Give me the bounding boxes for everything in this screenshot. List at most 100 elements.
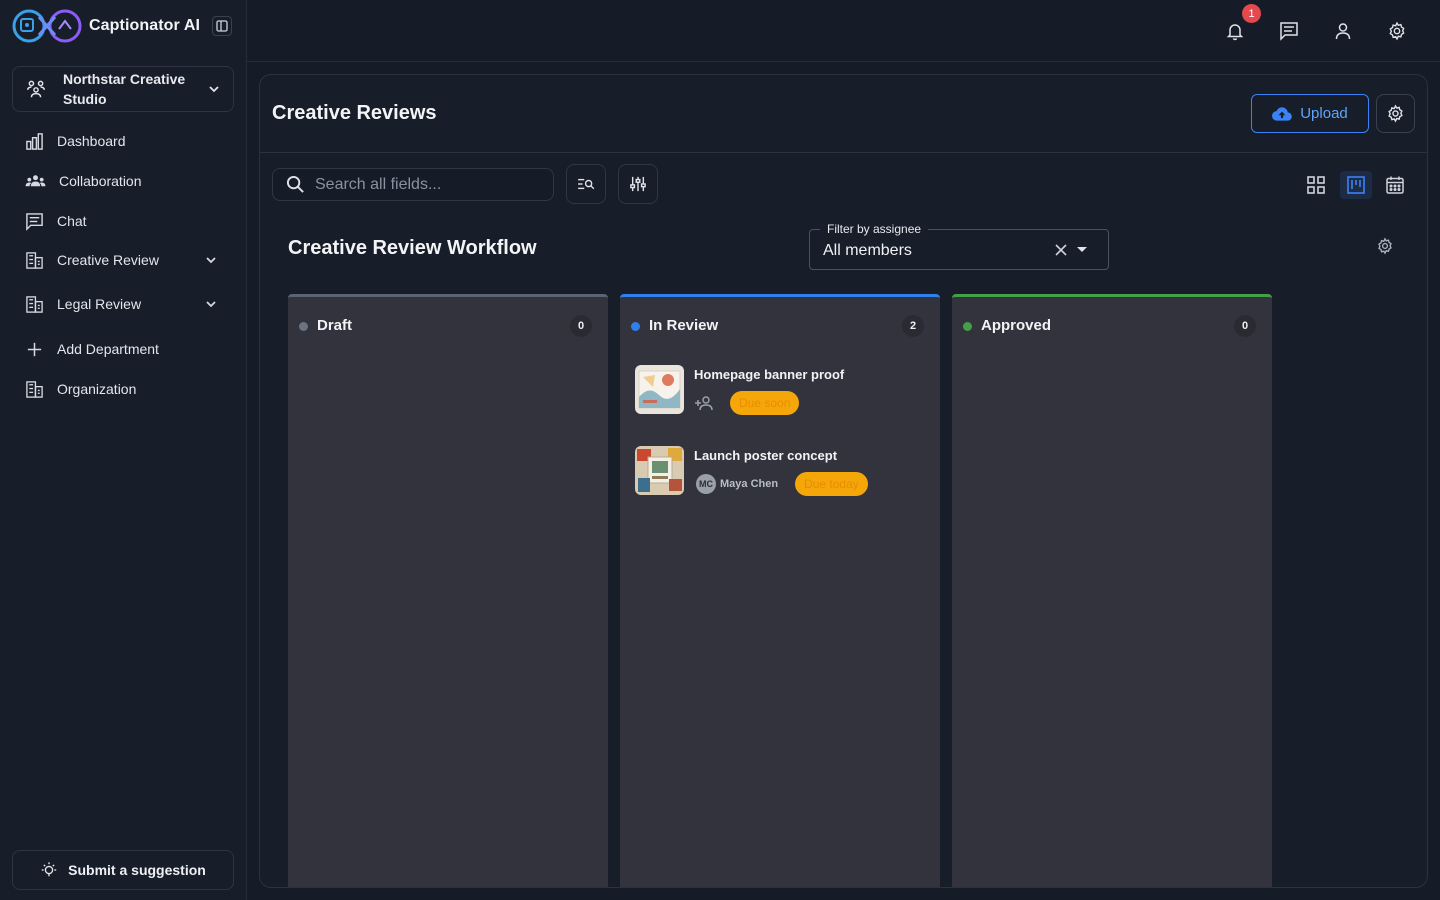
sidebar: Captionator AI Northstar Creative Studio… — [0, 0, 247, 900]
sidebar-item-label: Creative Review — [57, 252, 159, 268]
card-meta: Due soon — [694, 391, 800, 415]
building-icon — [26, 295, 43, 313]
card-title: Launch poster concept — [694, 448, 838, 463]
search-icon — [286, 175, 304, 193]
grid-icon — [1307, 176, 1325, 194]
sidebar-item-label: Collaboration — [59, 173, 142, 189]
sidebar-item-collaboration[interactable]: Collaboration — [12, 162, 234, 200]
add-assignee-icon[interactable] — [694, 395, 716, 411]
column-title: Draft — [317, 317, 353, 334]
page-title: Creative Reviews — [272, 102, 437, 124]
sidebar-item-creative-review[interactable]: Creative Review — [12, 241, 234, 279]
column-title: In Review — [649, 317, 719, 334]
column-header: Approved 0 — [952, 297, 1272, 353]
building-icon — [26, 380, 43, 398]
banner-thumbnail-image — [635, 365, 684, 414]
board-view-button[interactable] — [1340, 171, 1372, 199]
panel-header: Creative Reviews Upload — [260, 75, 1427, 153]
submit-suggestion-button[interactable]: Submit a suggestion — [12, 850, 234, 890]
due-status-badge: Due today — [795, 472, 868, 496]
logo-icon — [12, 9, 82, 43]
review-card[interactable]: Homepage banner proof Due soon — [635, 365, 925, 421]
gear-icon — [1388, 104, 1403, 123]
sidebar-item-label: Chat — [57, 213, 87, 229]
search-input[interactable] — [315, 175, 535, 194]
building-icon — [26, 251, 43, 269]
assignee-filter-label: Filter by assignee — [820, 222, 929, 236]
status-dot — [299, 322, 308, 331]
column-title: Approved — [981, 317, 1052, 334]
assignee-filter-value: All members — [823, 242, 912, 259]
due-status-badge: Due soon — [730, 391, 800, 415]
bar-chart-icon — [26, 132, 43, 150]
group-icon — [25, 174, 46, 186]
status-dot — [963, 322, 972, 331]
bell-icon — [1226, 24, 1244, 41]
assignee-filter[interactable]: Filter by assignee All members — [809, 222, 1109, 270]
creative-reviews-panel: Creative Reviews Upload Search all field… — [259, 74, 1428, 888]
kanban-icon — [1347, 176, 1365, 194]
chat-icon — [1280, 22, 1298, 41]
sidebar-item-label: Legal Review — [57, 296, 142, 312]
board-column-draft: Draft 0 — [288, 294, 608, 887]
board-column-approved: Approved 0 — [952, 294, 1272, 887]
calendar-icon — [1386, 176, 1404, 194]
gear-icon — [1378, 237, 1392, 255]
app-name: Captionator AI — [89, 17, 201, 34]
card-meta: MC Maya Chen Due today — [694, 472, 868, 496]
organization-name: Northstar Creative Studio — [63, 71, 186, 107]
workflow-title: Creative Review Workflow — [288, 237, 537, 259]
top-bar: 1 — [247, 0, 1440, 62]
advanced-search-button[interactable] — [566, 164, 606, 204]
sidebar-item-legal-review[interactable]: Legal Review — [12, 285, 234, 323]
plus-icon — [27, 342, 42, 356]
suggestion-label: Submit a suggestion — [68, 862, 206, 878]
chevron-down-icon — [206, 301, 216, 308]
settings-button[interactable] — [1385, 19, 1409, 43]
page-settings-button[interactable] — [1376, 94, 1415, 133]
column-count-badge: 2 — [902, 315, 924, 337]
dropdown-arrow-icon[interactable] — [1076, 246, 1088, 254]
messages-button[interactable] — [1277, 19, 1301, 43]
column-count-badge: 0 — [570, 315, 592, 337]
search-field[interactable] — [272, 168, 554, 201]
organization-switcher[interactable]: Northstar Creative Studio — [12, 66, 234, 112]
review-card[interactable]: Launch poster concept MC Maya Chen Due t… — [635, 446, 925, 502]
sidebar-toggle-icon — [216, 20, 228, 32]
status-dot — [631, 322, 640, 331]
sidebar-item-label: Add Department — [57, 341, 159, 357]
board-settings-button[interactable] — [1376, 237, 1394, 255]
sidebar-item-dashboard[interactable]: Dashboard — [12, 122, 234, 160]
avatar: MC — [696, 474, 716, 494]
sidebar-item-chat[interactable]: Chat — [12, 202, 234, 240]
sidebar-item-label: Dashboard — [57, 133, 126, 149]
assignee-name: Maya Chen — [720, 478, 779, 490]
sliders-icon — [630, 176, 646, 192]
chevron-down-icon — [209, 86, 219, 93]
upload-button[interactable]: Upload — [1251, 94, 1369, 133]
lightbulb-icon — [41, 862, 57, 877]
grid-view-button[interactable] — [1300, 171, 1332, 199]
filters-button[interactable] — [618, 164, 658, 204]
notifications-button[interactable] — [1223, 19, 1247, 43]
calendar-view-button[interactable] — [1379, 171, 1411, 199]
profile-button[interactable] — [1331, 19, 1355, 43]
brand[interactable]: Captionator AI — [11, 9, 200, 43]
gear-icon — [1389, 21, 1405, 41]
notification-badge: 1 — [1242, 4, 1261, 23]
list-search-icon — [578, 178, 595, 190]
team-icon — [27, 80, 45, 98]
card-thumbnail — [635, 365, 684, 414]
clear-icon[interactable] — [1054, 243, 1068, 257]
card-title: Homepage banner proof — [694, 367, 845, 382]
card-thumbnail — [635, 446, 684, 495]
user-icon — [1335, 23, 1351, 40]
sidebar-item-organization[interactable]: Organization — [12, 370, 234, 408]
cloud-upload-icon — [1272, 106, 1293, 121]
sidebar-item-add-department[interactable]: Add Department — [12, 330, 234, 368]
board-column-in-review: In Review 2 Homepage banner proof Due so… — [620, 294, 940, 887]
column-header: Draft 0 — [288, 297, 608, 353]
collapse-sidebar-button[interactable] — [212, 16, 232, 36]
sidebar-item-label: Organization — [57, 381, 137, 397]
upload-label: Upload — [1300, 105, 1348, 122]
